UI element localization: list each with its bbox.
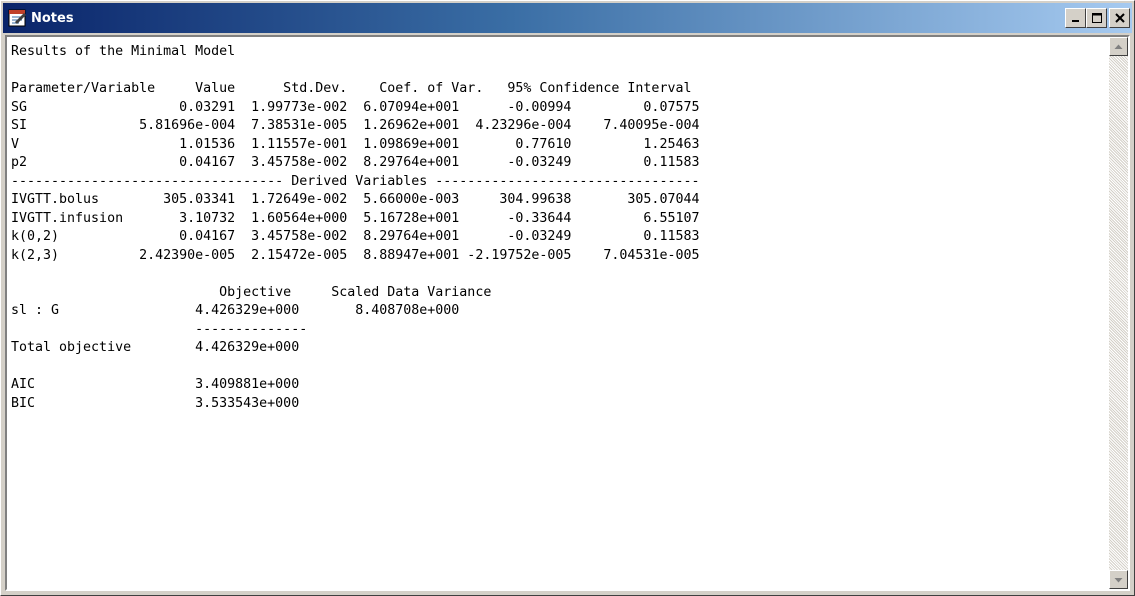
minimize-icon [1071, 20, 1079, 22]
parameter-row-v: V 1.01536 1.11557e-001 1.09869e+001 0.77… [11, 136, 700, 152]
objective-divider: -------------- [11, 321, 308, 337]
window-title: Notes [31, 10, 74, 26]
derived-row-k02: k(0,2) 0.04167 3.45758e-002 8.29764e+001… [11, 229, 700, 244]
derived-row-ivgtt-bolus: IVGTT.bolus 305.03341 1.72649e-002 5.660… [11, 192, 700, 207]
derived-variables-divider: ---------------------------------- Deriv… [11, 173, 700, 189]
scroll-up-arrow-icon [1114, 44, 1123, 49]
scroll-down-button[interactable] [1109, 570, 1128, 589]
results-heading: Results of the Minimal Model [11, 44, 236, 59]
close-button[interactable] [1109, 8, 1130, 28]
aic-row: AIC 3.409881e+000 [11, 377, 300, 392]
notes-text-area[interactable]: Results of the Minimal Model Parameter/V… [7, 37, 1109, 589]
parameter-row-sg: SG 0.03291 1.99773e-002 6.07094e+001 -0.… [11, 99, 700, 115]
notes-window: Notes Results of the Minimal Model Param… [0, 0, 1135, 596]
maximize-button[interactable] [1086, 8, 1107, 28]
objective-header: Objective Scaled Data Variance [11, 284, 492, 300]
vertical-scrollbar[interactable] [1109, 37, 1128, 589]
minimize-button[interactable] [1065, 8, 1086, 28]
derived-row-k23: k(2,3) 2.42390e-005 2.15472e-005 8.88947… [11, 247, 700, 263]
parameter-row-si: SI 5.81696e-004 7.38531e-005 1.26962e+00… [11, 118, 700, 133]
objective-row-sl-g: sl : G 4.426329e+000 8.408708e+000 [11, 303, 460, 318]
notes-icon [8, 9, 26, 27]
scroll-down-arrow-icon [1114, 577, 1123, 582]
total-objective-row: Total objective 4.426329e+000 [11, 340, 300, 355]
title-bar[interactable]: Notes [3, 3, 1132, 33]
close-icon [1114, 13, 1125, 23]
scroll-up-button[interactable] [1109, 37, 1128, 56]
notes-content: Results of the Minimal Model Parameter/V… [7, 37, 1109, 413]
parameter-table-header: Parameter/Variable Value Std.Dev. Coef. … [11, 81, 692, 96]
bic-row: BIC 3.533543e+000 [11, 395, 300, 411]
window-controls [1065, 8, 1130, 28]
parameter-row-p2: p2 0.04167 3.45758e-002 8.29764e+001 -0.… [11, 155, 700, 170]
maximize-icon [1091, 13, 1102, 23]
notes-client-area: Results of the Minimal Model Parameter/V… [5, 35, 1130, 591]
derived-row-ivgtt-infusion: IVGTT.infusion 3.10732 1.60564e+000 5.16… [11, 210, 700, 226]
